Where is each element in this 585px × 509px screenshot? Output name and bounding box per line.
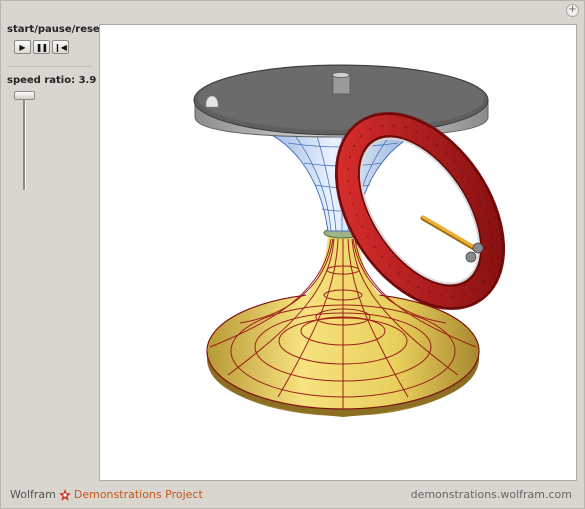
site-url[interactable]: demonstrations.wolfram.com: [411, 488, 572, 501]
pause-button[interactable]: ❚❚: [33, 40, 50, 54]
speed-ratio-value: 3.9: [78, 75, 97, 86]
speed-ratio-slider-track[interactable]: [23, 94, 26, 190]
plus-icon[interactable]: +: [566, 4, 579, 17]
start-pause-reset-label: start/pause/reset: [7, 24, 105, 35]
brand-project: Demonstrations Project: [73, 488, 203, 501]
brand-name: Wolfram: [10, 488, 56, 501]
top-disk: [193, 64, 489, 138]
speed-ratio-slider-thumb[interactable]: [14, 91, 35, 100]
pause-icon: ❚❚: [35, 42, 48, 52]
wheel-axle: [420, 215, 484, 263]
wolfram-brand[interactable]: Wolfram Demonstrations Project: [10, 488, 203, 501]
speed-ratio-label: speed ratio: 3.9: [7, 75, 97, 86]
play-button[interactable]: ▶: [14, 40, 31, 54]
playback-controls: ▶ ❚❚ ❙◀: [14, 40, 69, 54]
play-icon: ▶: [19, 42, 26, 52]
graphics-viewport[interactable]: [99, 24, 577, 481]
control-panel: start/pause/reset ▶ ❚❚ ❙◀ speed ratio: 3…: [0, 18, 105, 483]
footer-bar: Wolfram Demonstrations Project demonstra…: [0, 485, 585, 507]
reset-icon: ❙◀: [54, 42, 67, 52]
control-divider: [7, 66, 93, 67]
hourglass-wheel-3d-graphic: [193, 64, 506, 417]
reset-button[interactable]: ❙◀: [52, 40, 69, 54]
lower-flared-cone: [206, 235, 480, 417]
wolfram-spikey-icon: [58, 488, 71, 501]
